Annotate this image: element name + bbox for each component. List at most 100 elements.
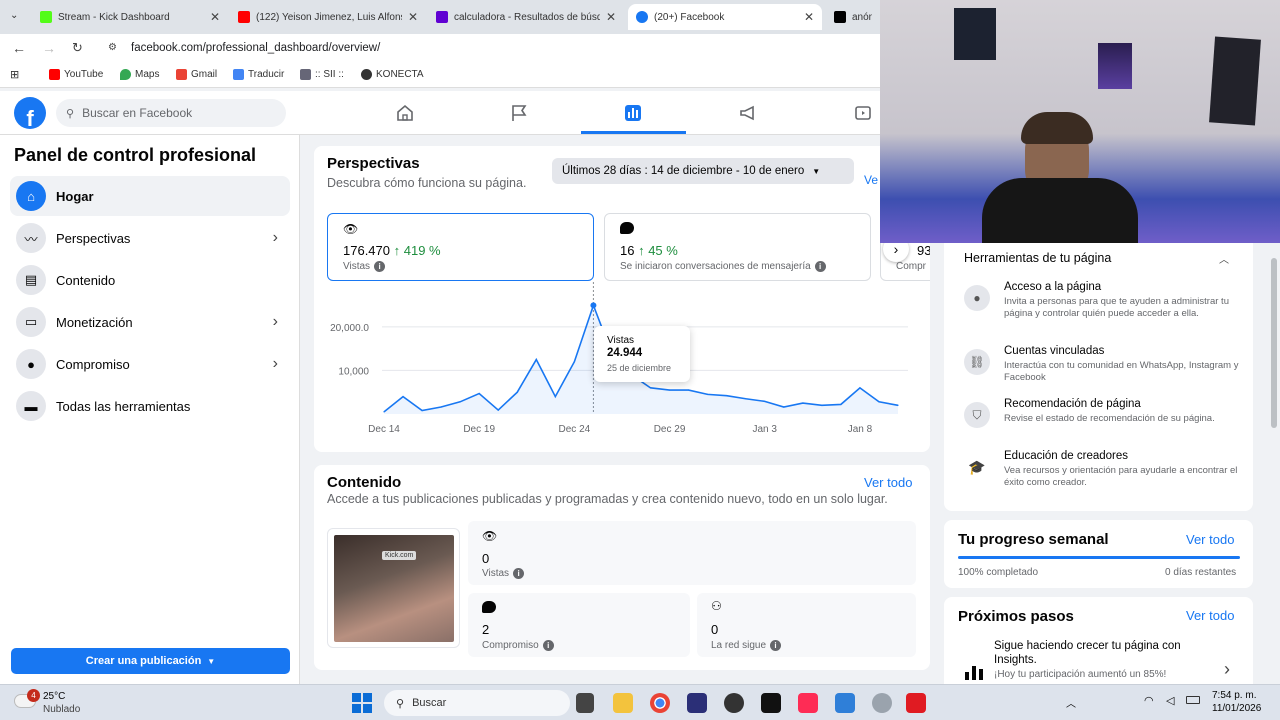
- chevron-up-icon[interactable]: ︿: [1219, 251, 1229, 266]
- info-icon[interactable]: i: [770, 640, 782, 651]
- url-field[interactable]: facebook.com/professional_dashboard/over…: [131, 42, 380, 54]
- bookmark-label: KONECTA: [376, 69, 424, 80]
- bar-chart-icon: [965, 666, 983, 680]
- weather-widget[interactable]: 4 25°C Nublado: [14, 689, 124, 717]
- file-explorer-icon[interactable]: [613, 693, 633, 713]
- apps-grid-icon[interactable]: ⊞: [10, 68, 19, 81]
- tiktok-icon[interactable]: [798, 693, 818, 713]
- sidebar-item-hogar[interactable]: ⌂ Hogar: [10, 176, 290, 216]
- stat-number: 176.470: [343, 243, 390, 258]
- tab-kick[interactable]: Stream - Kick Dashboard ✕: [32, 4, 228, 30]
- sidebar-item-compromiso[interactable]: ● Compromiso ›: [10, 344, 290, 384]
- dashboard-icon[interactable]: [621, 101, 645, 125]
- reload-icon[interactable]: ↻: [72, 40, 83, 56]
- clock-date[interactable]: 11/01/2026: [1212, 703, 1261, 714]
- home-icon[interactable]: [393, 101, 417, 125]
- maps-icon: [120, 69, 131, 80]
- progress-title: Tu progreso semanal: [958, 531, 1109, 548]
- clock-time[interactable]: 7:54 p. m.: [1212, 690, 1256, 701]
- tool-name: Cuentas vinculadas: [1004, 345, 1105, 357]
- battery-icon[interactable]: [1186, 696, 1200, 704]
- tab-tiktok[interactable]: anóni: [826, 4, 880, 30]
- info-icon[interactable]: i: [814, 261, 826, 272]
- thumbnail-caption: Kick.com: [382, 551, 417, 560]
- bookmark-konecta[interactable]: KONECTA: [361, 69, 424, 80]
- date-range-label: Últimos 28 días : 14 de diciembre - 10 d…: [562, 165, 805, 177]
- create-post-label: Crear una publicación: [85, 655, 202, 667]
- insights-icon: 〰: [16, 223, 46, 253]
- app-icon-blue[interactable]: [687, 693, 707, 713]
- info-icon[interactable]: i: [542, 640, 554, 651]
- progress-see-all-link[interactable]: Ver todo: [1186, 532, 1234, 547]
- close-icon[interactable]: ✕: [606, 10, 616, 24]
- data-point: [687, 389, 690, 391]
- wifi-icon[interactable]: ◠: [1144, 694, 1154, 707]
- capcut-icon[interactable]: [761, 693, 781, 713]
- gmail-icon: [176, 69, 187, 80]
- taskbar-search[interactable]: ⚲ Buscar: [384, 690, 570, 716]
- adobe-icon[interactable]: [906, 693, 926, 713]
- bookmark-maps[interactable]: Maps: [120, 69, 159, 80]
- start-button[interactable]: [352, 693, 372, 713]
- video-icon[interactable]: [851, 101, 875, 125]
- volume-icon[interactable]: ◁: [1166, 694, 1174, 707]
- search-icon: ⚲: [66, 107, 75, 120]
- back-icon[interactable]: ←: [12, 40, 26, 56]
- facebook-search[interactable]: ⚲ Buscar en Facebook: [56, 99, 286, 127]
- facebook-logo[interactable]: f: [14, 97, 46, 129]
- tab-youtube[interactable]: (122) Yeison Jimenez, Luis Alfonso ✕: [230, 4, 426, 30]
- chrome-icon[interactable]: [650, 693, 670, 713]
- scrollbar-thumb[interactable]: [1271, 258, 1277, 428]
- sidebar-item-todas-herramientas[interactable]: ▬ Todas las herramientas: [10, 386, 290, 426]
- page-scrollbar[interactable]: [1270, 243, 1278, 683]
- store-icon[interactable]: [835, 693, 855, 713]
- stat-label: Vistas i: [343, 261, 386, 272]
- stat-number: 93: [917, 243, 930, 258]
- post-thumbnail[interactable]: Kick.com: [327, 528, 460, 648]
- create-post-button[interactable]: Crear una publicación ▼: [11, 648, 290, 674]
- stat-card-views[interactable]: 👁 176.470 ↑ 419 % Vistas i: [327, 213, 594, 281]
- konecta-icon: [361, 69, 372, 80]
- bookmark-label: :: SII ::: [315, 69, 344, 80]
- link-icon: ⛓: [964, 349, 990, 375]
- weather-badge: 4: [27, 689, 40, 702]
- app-icon-dark[interactable]: [724, 693, 744, 713]
- data-point: [590, 302, 597, 309]
- tab-title: (122) Yeison Jimenez, Luis Alfonso: [256, 11, 402, 23]
- close-icon[interactable]: ✕: [210, 10, 220, 24]
- bookmark-label: Gmail: [191, 69, 218, 80]
- bookmark-sii[interactable]: :: SII ::: [300, 69, 344, 80]
- content-subtitle: Accede a tus publicaciones publicadas y …: [327, 492, 888, 506]
- close-icon[interactable]: ✕: [408, 10, 418, 24]
- tab-list-menu[interactable]: ⌄: [10, 10, 18, 21]
- tray-chevron-icon[interactable]: ︿: [1066, 695, 1076, 710]
- flag-icon[interactable]: [507, 101, 531, 125]
- stat-card-conversations[interactable]: 16 ↑ 45 % Se iniciaron conversaciones de…: [604, 213, 871, 281]
- site-settings-icon[interactable]: ⚙: [108, 42, 117, 53]
- close-icon[interactable]: ✕: [804, 10, 814, 24]
- sidebar-item-perspectivas[interactable]: 〰 Perspectivas ›: [10, 218, 290, 258]
- content-see-all-link[interactable]: Ver todo: [864, 475, 912, 490]
- task-view-icon[interactable]: [576, 693, 594, 713]
- bookmark-youtube[interactable]: YouTube: [49, 69, 103, 80]
- tab-yahoo[interactable]: calculadora - Resultados de búsqueda ✕: [428, 4, 624, 30]
- megaphone-icon[interactable]: [736, 101, 760, 125]
- tab-facebook[interactable]: (20+) Facebook ✕: [628, 4, 822, 30]
- info-icon[interactable]: i: [374, 261, 386, 272]
- tooltip-value: 24.944: [607, 347, 643, 359]
- insights-see-all-link[interactable]: Ve: [864, 173, 878, 187]
- next-steps-see-all-link[interactable]: Ver todo: [1186, 608, 1234, 623]
- forward-icon[interactable]: →: [42, 40, 56, 56]
- settings-icon[interactable]: [872, 693, 892, 713]
- chevron-right-icon: ›: [272, 355, 278, 372]
- next-step-item[interactable]: Sigue haciendo crecer tu página con Insi…: [958, 639, 1244, 683]
- sidebar-item-monetizacion[interactable]: ▭ Monetización ›: [10, 302, 290, 342]
- date-range-select[interactable]: Últimos 28 días : 14 de diciembre - 10 d…: [552, 158, 854, 184]
- bookmark-traducir[interactable]: Traducir: [233, 69, 284, 80]
- streamer-hair: [1021, 112, 1093, 144]
- sidebar-item-contenido[interactable]: ▤ Contenido: [10, 260, 290, 300]
- info-icon[interactable]: i: [513, 568, 525, 579]
- data-point: [745, 398, 747, 400]
- bookmark-gmail[interactable]: Gmail: [176, 69, 217, 80]
- data-point: [421, 409, 423, 412]
